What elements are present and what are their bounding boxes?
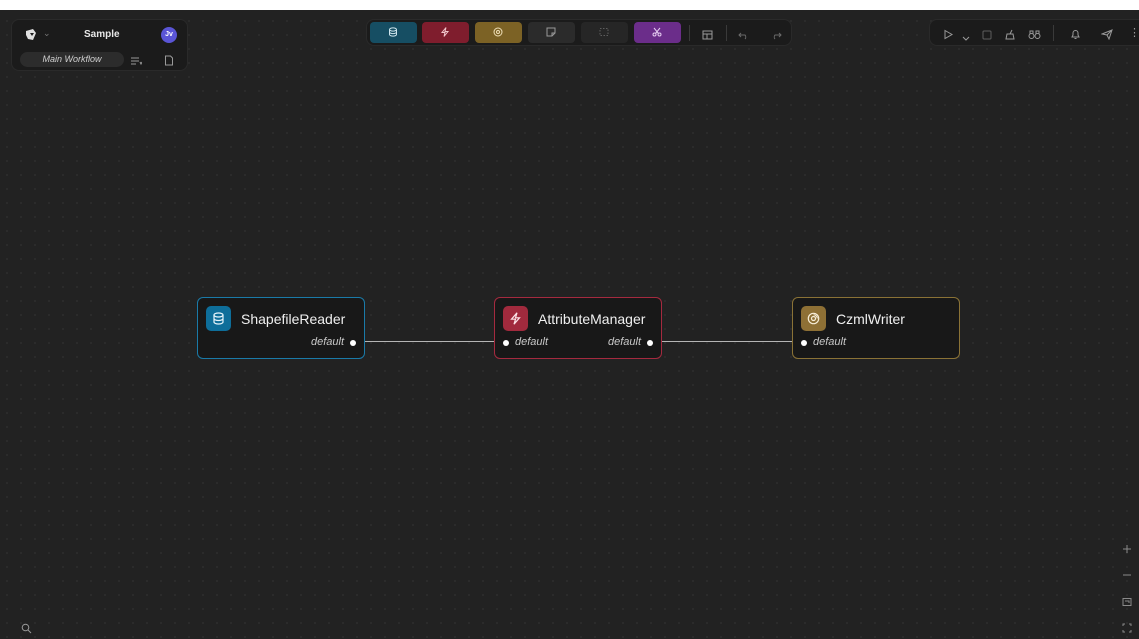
input-port-label: default	[515, 336, 549, 348]
note-button[interactable]	[528, 22, 575, 43]
output-port-label: default	[310, 336, 344, 348]
node-title: CzmlWriter	[836, 311, 905, 327]
input-port-label: default	[813, 336, 847, 348]
scissors-icon	[652, 27, 662, 37]
edge-manager-to-writer[interactable]	[655, 341, 801, 342]
undo-icon[interactable]	[738, 27, 749, 45]
app-logo-icon[interactable]	[24, 28, 38, 42]
avatar[interactable]: Jv	[161, 27, 177, 43]
node-toolbar	[366, 19, 792, 46]
database-icon	[206, 306, 231, 331]
fullscreen-icon[interactable]	[1122, 620, 1132, 638]
dashed-box-icon	[599, 28, 609, 36]
cleanup-icon[interactable]	[1005, 27, 1017, 45]
disc-icon	[801, 306, 826, 331]
toolbar-divider	[689, 25, 690, 41]
reader-button[interactable]	[370, 22, 417, 43]
more-icon[interactable]: ⋮	[1129, 26, 1139, 39]
transformer-button[interactable]	[422, 22, 469, 43]
output-port-handle[interactable]	[350, 340, 356, 346]
zoom-in-icon[interactable]	[1122, 541, 1132, 559]
chevron-down-icon[interactable]	[962, 29, 970, 47]
project-panel: ⌄ Sample Jv Main Workflow	[11, 19, 188, 71]
output-port-label: default	[607, 336, 641, 348]
project-name[interactable]: Sample	[84, 29, 120, 40]
layout-icon[interactable]	[702, 27, 713, 45]
search-icon[interactable]	[21, 621, 32, 639]
database-icon	[389, 27, 397, 37]
node-attribute-manager[interactable]: AttributeManager default default	[494, 297, 662, 359]
lightning-icon	[440, 27, 450, 37]
tab-main-workflow[interactable]: Main Workflow	[20, 52, 124, 67]
disc-icon	[493, 27, 503, 37]
note-icon	[546, 27, 556, 37]
chevron-down-icon[interactable]: ⌄	[43, 28, 51, 39]
toolbar-divider	[726, 25, 727, 41]
action-panel: ⋮	[929, 19, 1139, 46]
subworkflow-button[interactable]	[634, 22, 681, 43]
node-czml-writer[interactable]: CzmlWriter default	[792, 297, 960, 359]
redo-icon[interactable]	[771, 27, 782, 45]
top-strip	[0, 0, 1139, 10]
node-title: AttributeManager	[538, 311, 646, 327]
fit-view-icon[interactable]	[1122, 594, 1132, 612]
zoom-out-icon[interactable]	[1122, 567, 1132, 585]
input-port-handle[interactable]	[801, 340, 807, 346]
bell-icon[interactable]	[1070, 27, 1081, 45]
binoculars-icon[interactable]	[1028, 27, 1041, 45]
batch-button[interactable]	[581, 22, 628, 43]
writer-button[interactable]	[475, 22, 522, 43]
node-shapefile-reader[interactable]: ShapefileReader default	[197, 297, 365, 359]
output-port-handle[interactable]	[647, 340, 653, 346]
stop-icon[interactable]	[982, 27, 992, 45]
input-port-handle[interactable]	[503, 340, 509, 346]
panel-divider	[1053, 25, 1054, 41]
play-icon[interactable]	[943, 27, 954, 45]
lightning-icon	[503, 306, 528, 331]
edge-reader-to-manager[interactable]	[358, 341, 504, 342]
workflow-list-icon[interactable]	[130, 53, 143, 71]
node-title: ShapefileReader	[241, 311, 346, 327]
new-file-icon[interactable]	[164, 53, 174, 71]
send-icon[interactable]	[1100, 27, 1113, 45]
